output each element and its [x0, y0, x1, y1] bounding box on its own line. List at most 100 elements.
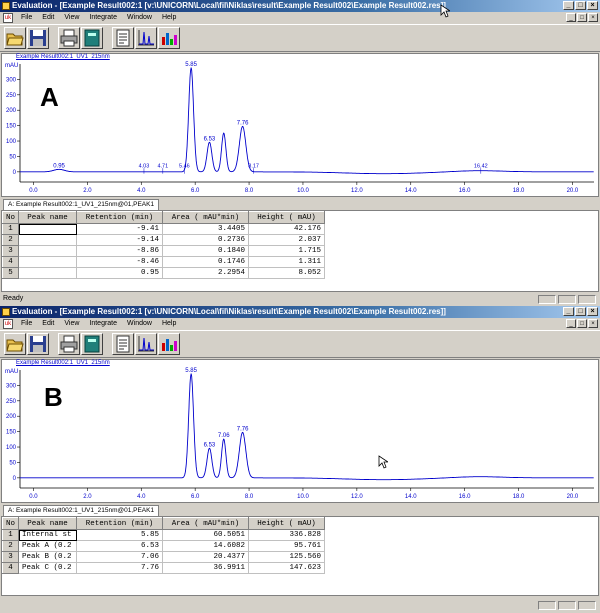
menu-view[interactable]: View: [59, 318, 84, 330]
cell-area[interactable]: 14.6082: [162, 540, 250, 552]
row-number[interactable]: 4: [2, 562, 20, 574]
cell-height[interactable]: 42.176: [248, 223, 326, 235]
table-row[interactable]: 5 0.95 2.2954 8.052: [2, 267, 326, 279]
cell-area[interactable]: 36.9911: [162, 562, 250, 574]
cell-height[interactable]: 8.052: [248, 267, 326, 279]
cell-height[interactable]: 336.828: [248, 529, 326, 541]
menu-window[interactable]: Window: [122, 318, 157, 330]
table-row[interactable]: 4 Peak C (0.2 7.76 36.9911 147.623: [2, 562, 326, 574]
close-button[interactable]: ×: [587, 307, 598, 316]
cell-peak-name[interactable]: [18, 245, 78, 257]
report-icon[interactable]: [112, 27, 134, 49]
table-row[interactable]: 1 -9.41 3.4405 42.176: [2, 223, 326, 235]
cell-peak-name[interactable]: [18, 267, 78, 279]
row-number[interactable]: 4: [2, 256, 20, 268]
cell-retention[interactable]: 7.06: [76, 551, 164, 563]
row-number[interactable]: 3: [2, 245, 20, 257]
menu-integrate[interactable]: Integrate: [84, 318, 122, 330]
cell-height[interactable]: 147.623: [248, 562, 326, 574]
col-no[interactable]: No: [2, 211, 20, 224]
print-icon[interactable]: [58, 333, 80, 355]
print-icon[interactable]: [58, 27, 80, 49]
cell-area[interactable]: 3.4405: [162, 223, 250, 235]
title-bar[interactable]: Evaluation - [Example Result002:1 [v:\UN…: [0, 306, 600, 318]
cell-height[interactable]: 2.037: [248, 234, 326, 246]
tab-peak-table[interactable]: A: Example Result002:1_UV1_215nm@01,PEAK…: [3, 199, 160, 210]
menu-window[interactable]: Window: [122, 12, 157, 24]
table-row[interactable]: 4 -8.46 0.1746 1.311: [2, 256, 326, 268]
table-row[interactable]: 1 Internal st 5.85 60.5051 336.828: [2, 529, 326, 541]
cell-retention[interactable]: -8.86: [76, 245, 164, 257]
row-number[interactable]: 3: [2, 551, 20, 563]
open-folder-icon[interactable]: [4, 333, 26, 355]
menu-edit[interactable]: Edit: [37, 318, 59, 330]
col-retention[interactable]: Retention (min): [76, 211, 164, 224]
bar-chart-icon[interactable]: [158, 27, 180, 49]
col-area[interactable]: Area ( mAU*min): [162, 517, 250, 530]
doc-minimize-button[interactable]: _: [566, 319, 576, 328]
minimize-button[interactable]: _: [563, 307, 574, 316]
cell-peak-name[interactable]: [18, 234, 78, 246]
menu-file[interactable]: File: [16, 12, 37, 24]
menu-edit[interactable]: Edit: [37, 12, 59, 24]
cell-height[interactable]: 95.761: [248, 540, 326, 552]
col-height[interactable]: Height ( mAU): [248, 517, 326, 530]
col-peak-name[interactable]: Peak name: [18, 517, 78, 530]
cell-peak-name[interactable]: Peak C (0.2: [18, 562, 78, 574]
chromatogram-icon[interactable]: [135, 27, 157, 49]
cell-area[interactable]: 0.1840: [162, 245, 250, 257]
col-height[interactable]: Height ( mAU): [248, 211, 326, 224]
table-row[interactable]: 3 -8.86 0.1840 1.715: [2, 245, 326, 257]
document-icon[interactable]: uk: [3, 319, 13, 329]
chromatogram-chart[interactable]: 0 50 100 150 200 250 300 0.0 2.0 4.0 6.0 8.0 10.0 12.…: [2, 54, 598, 196]
col-no[interactable]: No: [2, 517, 20, 530]
notebook-icon[interactable]: [81, 27, 103, 49]
cell-height[interactable]: 1.311: [248, 256, 326, 268]
cell-height[interactable]: 125.560: [248, 551, 326, 563]
open-folder-icon[interactable]: [4, 27, 26, 49]
close-button[interactable]: ×: [587, 1, 598, 10]
cell-peak-name[interactable]: Peak A (0.2: [18, 540, 78, 552]
tab-peak-table[interactable]: A: Example Result002:1_UV1_215nm@01,PEAK…: [3, 505, 160, 516]
cell-retention[interactable]: -8.46: [76, 256, 164, 268]
menu-file[interactable]: File: [16, 318, 37, 330]
cell-area[interactable]: 20.4377: [162, 551, 250, 563]
table-row[interactable]: 2 Peak A (0.2 6.53 14.6082 95.761: [2, 540, 326, 552]
doc-close-button[interactable]: ×: [588, 13, 598, 22]
doc-restore-button[interactable]: □: [577, 319, 587, 328]
col-retention[interactable]: Retention (min): [76, 517, 164, 530]
row-number[interactable]: 1: [2, 529, 20, 541]
chromatogram-chart[interactable]: 0 50 100 150 200 250 300 0.0 2.0 4.0 6.0 8.0 10.0 12.…: [2, 360, 598, 502]
cell-peak-name[interactable]: Internal st: [18, 529, 78, 541]
menu-view[interactable]: View: [59, 12, 84, 24]
cell-area[interactable]: 2.2954: [162, 267, 250, 279]
cell-retention[interactable]: -9.41: [76, 223, 164, 235]
doc-close-button[interactable]: ×: [588, 319, 598, 328]
row-number[interactable]: 5: [2, 267, 20, 279]
chromatogram-icon[interactable]: [135, 333, 157, 355]
col-area[interactable]: Area ( mAU*min): [162, 211, 250, 224]
doc-restore-button[interactable]: □: [577, 13, 587, 22]
col-peak-name[interactable]: Peak name: [18, 211, 78, 224]
menu-integrate[interactable]: Integrate: [84, 12, 122, 24]
row-number[interactable]: 2: [2, 234, 20, 246]
minimize-button[interactable]: _: [563, 1, 574, 10]
cell-height[interactable]: 1.715: [248, 245, 326, 257]
cell-peak-name[interactable]: [18, 223, 78, 235]
chromatogram-pane[interactable]: Example Result002:1_UV1_215nm mAU 0 50 100…: [1, 53, 599, 197]
cell-area[interactable]: 60.5051: [162, 529, 250, 541]
doc-minimize-button[interactable]: _: [566, 13, 576, 22]
cell-retention[interactable]: 5.85: [76, 529, 164, 541]
report-icon[interactable]: [112, 333, 134, 355]
row-number[interactable]: 2: [2, 540, 20, 552]
cell-area[interactable]: 0.1746: [162, 256, 250, 268]
cell-peak-name[interactable]: Peak B (0.2: [18, 551, 78, 563]
cell-retention[interactable]: 0.95: [76, 267, 164, 279]
menu-help[interactable]: Help: [157, 12, 181, 24]
cell-peak-name[interactable]: [18, 256, 78, 268]
notebook-icon[interactable]: [81, 333, 103, 355]
cell-retention[interactable]: -9.14: [76, 234, 164, 246]
maximize-button[interactable]: □: [575, 307, 586, 316]
table-row[interactable]: 3 Peak B (0.2 7.06 20.4377 125.560: [2, 551, 326, 563]
cell-retention[interactable]: 7.76: [76, 562, 164, 574]
